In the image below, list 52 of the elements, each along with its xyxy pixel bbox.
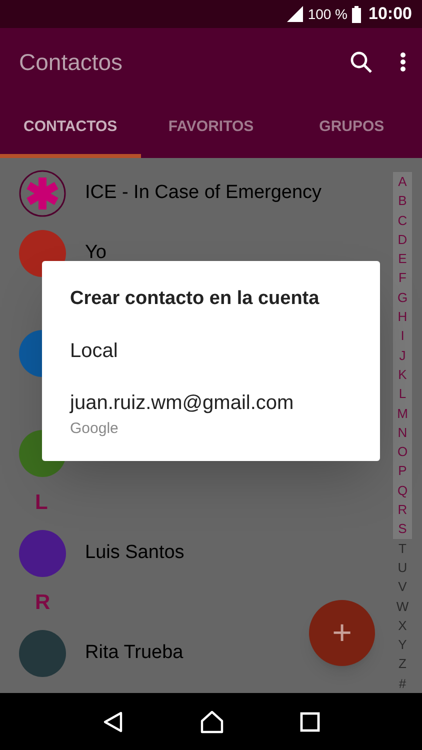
signal-icon — [286, 6, 304, 22]
index-letter[interactable]: N — [393, 422, 412, 442]
tab[interactable]: CONTACTOS — [0, 96, 141, 158]
section-letter: L — [35, 490, 48, 516]
battery-level: 100 % — [308, 4, 348, 24]
index-letter[interactable]: G — [393, 288, 412, 308]
index-letter[interactable]: E — [393, 249, 412, 268]
clock: 10:00 — [368, 3, 412, 26]
index-letter[interactable]: W — [393, 596, 412, 616]
index-letter[interactable]: C — [393, 210, 412, 230]
index-letter[interactable]: Z — [393, 654, 412, 674]
home-icon[interactable] — [200, 710, 224, 734]
section-letter: R — [35, 590, 50, 616]
index-letter[interactable]: M — [393, 404, 412, 423]
index-letter[interactable]: O — [393, 442, 412, 462]
app-title: Contactos — [19, 48, 124, 77]
search-icon[interactable] — [350, 51, 372, 73]
contact-name[interactable]: Rita Trueba — [85, 638, 184, 668]
account-type: Google — [70, 418, 118, 438]
index-letter[interactable]: Q — [393, 480, 412, 500]
index-letter[interactable]: J — [393, 346, 412, 365]
index-letter[interactable]: F — [393, 268, 412, 288]
alphabet-index[interactable]: A B C D E F G H I J K L M N O P Q R S T U V W X Y Z # — [393, 172, 412, 694]
dialog-title: Crear contacto en la cuenta — [70, 287, 320, 311]
index-letter[interactable]: R — [393, 500, 412, 520]
emergency-icon — [19, 170, 66, 216]
index-letter[interactable]: S — [393, 519, 412, 539]
recent-apps-icon[interactable] — [300, 712, 320, 732]
contact-name[interactable]: Luis Santos — [85, 538, 184, 568]
index-letter[interactable]: U — [393, 558, 412, 578]
index-letter[interactable]: Y — [393, 635, 412, 654]
index-letter[interactable]: B — [393, 191, 412, 211]
index-letter[interactable]: D — [393, 230, 412, 250]
account-option[interactable]: Local — [70, 336, 118, 366]
account-option[interactable]: juan.ruiz.wm@gmail.com — [70, 388, 294, 418]
back-icon[interactable] — [102, 710, 124, 732]
add-contact-button[interactable]: + — [309, 600, 375, 666]
index-letter[interactable]: P — [393, 461, 412, 481]
index-letter[interactable]: # — [393, 674, 412, 694]
tab[interactable]: FAVORITOS — [140, 96, 282, 158]
contact-name[interactable]: ICE - In Case of Emergency — [85, 178, 322, 208]
index-letter[interactable]: K — [393, 364, 412, 384]
more-options-icon[interactable] — [400, 52, 406, 72]
index-letter[interactable]: V — [393, 577, 412, 597]
index-letter[interactable]: A — [393, 172, 412, 192]
index-letter[interactable]: X — [393, 616, 412, 636]
index-letter[interactable]: I — [393, 326, 412, 346]
tab[interactable]: GRUPOS — [281, 96, 422, 158]
battery-icon — [352, 6, 361, 22]
index-letter[interactable]: T — [393, 538, 412, 558]
index-letter[interactable]: L — [393, 384, 412, 404]
index-letter[interactable]: H — [393, 307, 412, 326]
